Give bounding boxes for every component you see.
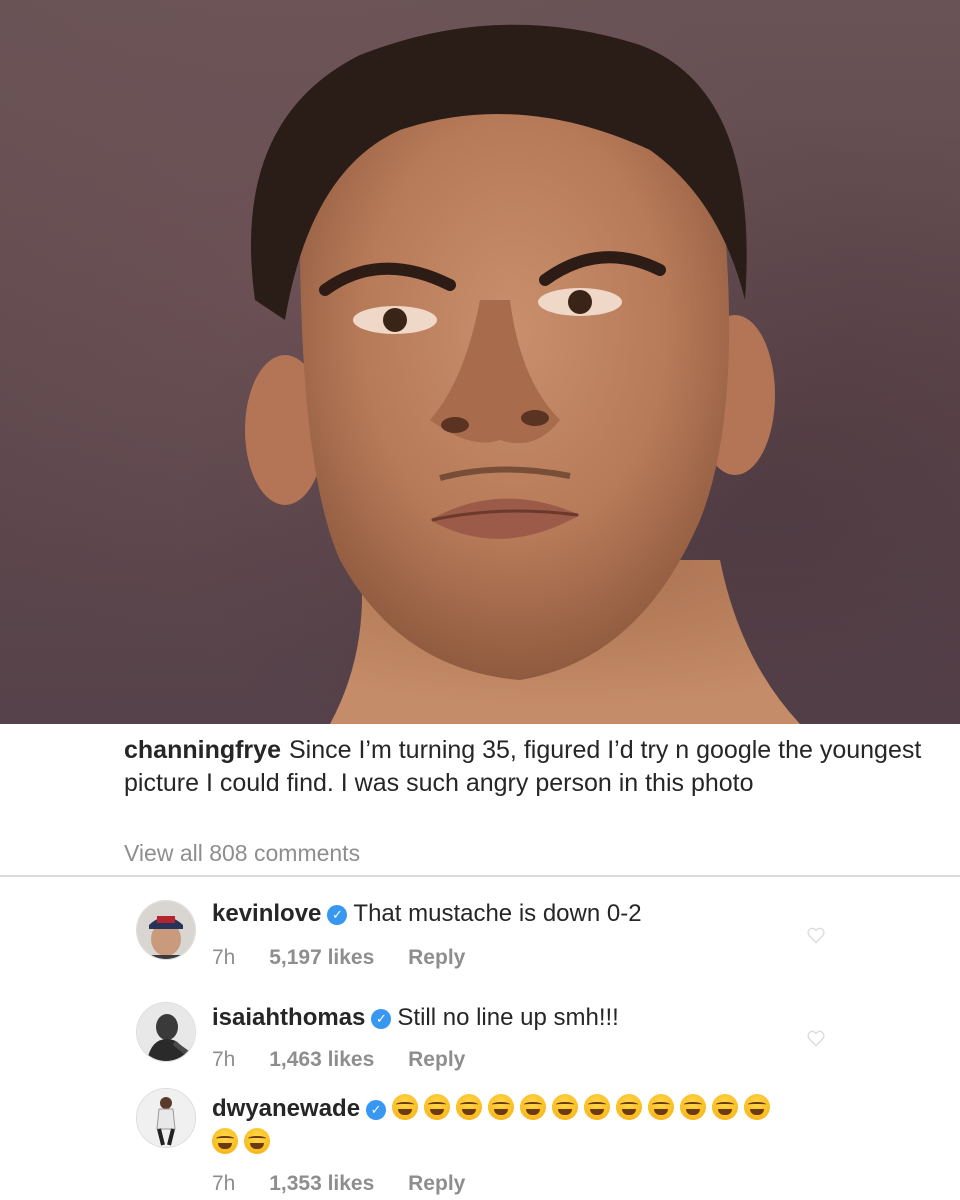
comment-time: 7h [212,1172,236,1195]
reply-button[interactable]: Reply [408,1048,465,1071]
caption-divider [0,875,960,877]
comment-body: dwyanewade ✓ [212,1092,792,1160]
tears-of-joy-emoji-icon [244,1128,270,1154]
tears-of-joy-emoji-icon [488,1094,515,1120]
avatar[interactable] [136,900,196,960]
reply-button[interactable]: Reply [408,946,465,969]
comment-time: 7h [212,1048,236,1071]
verified-badge-icon: ✓ [366,1100,387,1120]
post-photo[interactable] [0,0,960,724]
tears-of-joy-emoji-icon [520,1094,547,1120]
tears-of-joy-emoji-icon [616,1094,643,1120]
reply-button[interactable]: Reply [408,1172,465,1195]
tears-of-joy-emoji-icon [392,1094,419,1120]
post-author-username[interactable]: channingfrye [124,736,281,764]
portrait-illustration [245,24,800,724]
tears-of-joy-emoji-icon [648,1094,675,1120]
tears-of-joy-emoji-icon [552,1094,579,1120]
tears-of-joy-emoji-icon [212,1128,238,1154]
comment-body: isaiahthomas ✓ Still no line up smh!!! [212,1001,792,1035]
post-caption: channingfrye Since I’m turning 35, figure… [124,734,924,800]
comment-time: 7h [212,946,236,969]
comment-meta: 7h 1,353 likes Reply [212,1172,493,1196]
comment-body: kevinlove ✓ That mustache is down 0-2 [212,897,792,931]
heart-icon[interactable] [806,1028,826,1048]
view-all-comments-link[interactable]: View all 808 comments [124,840,360,867]
tears-of-joy-emoji-icon [712,1094,739,1120]
tears-of-joy-emoji-icon [424,1094,451,1120]
tears-of-joy-emoji-icon [456,1094,483,1120]
tears-of-joy-emoji-icon [584,1094,611,1120]
comment-likes[interactable]: 1,463 likes [269,1048,374,1071]
comment-username[interactable]: dwyanewade [212,1095,360,1122]
tears-of-joy-emoji-icon [744,1094,771,1120]
comment-likes[interactable]: 1,353 likes [269,1172,374,1195]
comment-text: That mustache is down 0-2 [353,900,642,927]
comment-text: Still no line up smh!!! [397,1004,619,1031]
verified-badge-icon: ✓ [371,1009,392,1029]
avatar[interactable] [136,1088,196,1148]
verified-badge-icon: ✓ [327,905,348,925]
comment-username[interactable]: kevinlove [212,900,321,927]
comment-meta: 7h 5,197 likes Reply [212,946,493,970]
tears-of-joy-emoji-icon [680,1094,707,1120]
heart-icon[interactable] [806,925,826,945]
comment-username[interactable]: isaiahthomas [212,1004,365,1031]
comment-meta: 7h 1,463 likes Reply [212,1048,493,1072]
avatar[interactable] [136,1002,196,1062]
comment-likes[interactable]: 5,197 likes [269,946,374,969]
